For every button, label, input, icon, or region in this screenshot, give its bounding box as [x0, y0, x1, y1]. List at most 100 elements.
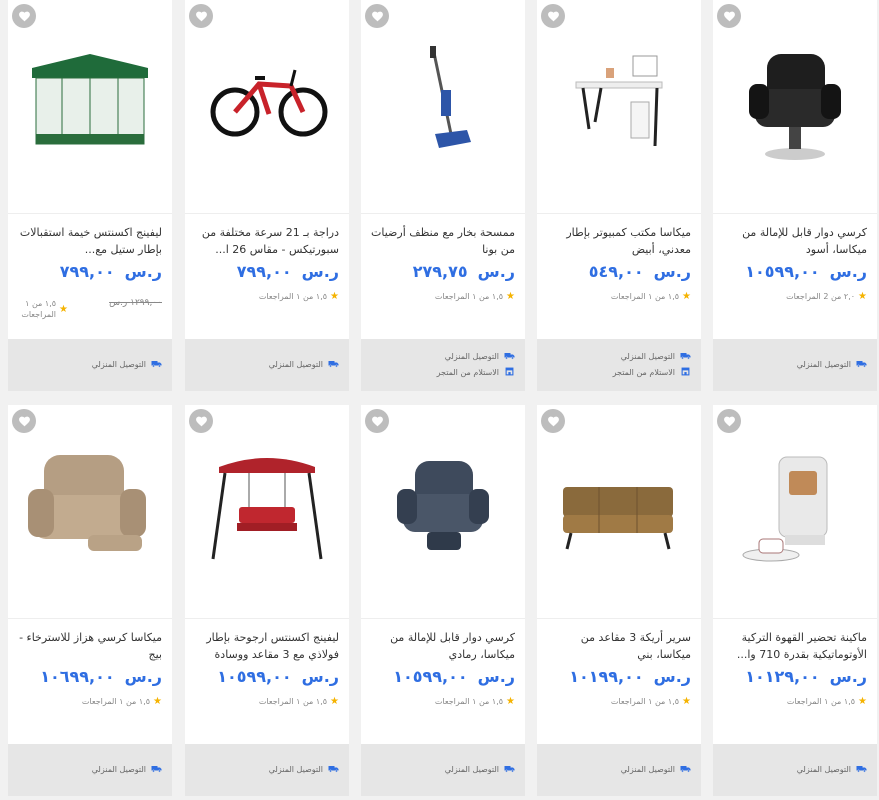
- option-label: التوصيل المنزلي: [444, 765, 499, 774]
- product-thumbnail[interactable]: [727, 34, 863, 170]
- option-label: الاستلام من المتجر: [436, 368, 499, 377]
- divider: [185, 618, 349, 619]
- product-image-box[interactable]: [713, 405, 877, 605]
- divider: [361, 618, 525, 619]
- currency-label: ر.س: [829, 262, 867, 281]
- product-image-box[interactable]: [185, 405, 349, 605]
- star-icon: ★: [330, 291, 339, 302]
- product-thumbnail[interactable]: [375, 34, 511, 170]
- product-thumbnail[interactable]: [727, 439, 863, 575]
- wishlist-heart-icon[interactable]: [541, 409, 565, 433]
- rating-text: ١,٥ من ١ المراجعات: [786, 697, 856, 706]
- divider: [8, 618, 172, 619]
- rating-text: ١,٥ من ١ المراجعات: [610, 292, 680, 301]
- store-icon: [680, 367, 691, 378]
- product-card[interactable]: ميكاسا كرسي هزاز للاسترخاء - بيج ر.س ١٠٦٩…: [8, 405, 172, 796]
- wishlist-heart-icon[interactable]: [365, 409, 389, 433]
- option-label: الاستلام من المتجر: [612, 368, 675, 377]
- product-image-box[interactable]: [185, 0, 349, 200]
- star-icon: ★: [59, 303, 68, 315]
- wishlist-heart-icon[interactable]: [12, 4, 36, 28]
- product-title[interactable]: ماكينة تحضير القهوة التركية الأوتوماتيكي…: [721, 629, 867, 663]
- star-icon: ★: [506, 696, 515, 707]
- product-image-box[interactable]: [361, 405, 525, 605]
- wishlist-heart-icon[interactable]: [12, 409, 36, 433]
- product-card[interactable]: ماكينة تحضير القهوة التركية الأوتوماتيكي…: [713, 405, 877, 796]
- product-card[interactable]: كرسي دوار قابل للإمالة من ميكاسا، أسود ر…: [713, 0, 877, 391]
- product-image-box[interactable]: [8, 0, 172, 200]
- option-label: التوصيل المنزلي: [620, 765, 675, 774]
- delivery-truck-icon: [680, 351, 691, 362]
- divider: [537, 618, 701, 619]
- home-delivery-option: التوصيل المنزلي: [621, 351, 691, 362]
- product-title[interactable]: كرسي دوار قابل للإمالة من ميكاسا، أسود: [721, 224, 867, 258]
- wishlist-heart-icon[interactable]: [541, 4, 565, 28]
- product-grid: كرسي دوار قابل للإمالة من ميكاسا، أسود ر…: [0, 0, 879, 800]
- rating-text: ١,٥ من ١ المراجعات: [258, 697, 328, 706]
- product-title[interactable]: سرير أريكة 3 مقاعد من ميكاسا، بني: [545, 629, 691, 663]
- product-image-box[interactable]: [8, 405, 172, 605]
- delivery-truck-icon: [151, 359, 162, 370]
- price-value: ١٠١٢٩,٠٠: [745, 667, 820, 686]
- product-thumbnail[interactable]: [22, 34, 158, 170]
- price-value: ١٠٥٩٩,٠٠: [745, 262, 820, 281]
- product-thumbnail[interactable]: [551, 34, 687, 170]
- product-price: ر.س ١٠٦٩٩,٠٠: [40, 667, 162, 686]
- option-label: التوصيل المنزلي: [91, 765, 146, 774]
- product-thumbnail[interactable]: [375, 439, 511, 575]
- product-thumbnail[interactable]: [22, 439, 158, 575]
- wishlist-heart-icon[interactable]: [717, 4, 741, 28]
- product-rating: ★ ١,٥ من ١ المراجعات: [259, 291, 339, 302]
- product-image-box[interactable]: [361, 0, 525, 200]
- currency-label: ر.س: [124, 262, 162, 281]
- product-card[interactable]: دراجة بـ 21 سرعة مختلفة من سبورتيكس - مق…: [185, 0, 349, 391]
- price-value: ٢٧٩,٧٥: [412, 262, 468, 281]
- delivery-truck-icon: [680, 764, 691, 775]
- product-thumbnail[interactable]: [551, 439, 687, 575]
- home-delivery-option: التوصيل المنزلي: [621, 764, 691, 775]
- product-card[interactable]: ممسحة بخار مع منظف أرضيات من بونا ر.س ٢٧٩…: [361, 0, 525, 391]
- product-title[interactable]: دراجة بـ 21 سرعة مختلفة من سبورتيكس - مق…: [193, 224, 339, 258]
- store-icon: [504, 367, 515, 378]
- product-price: ر.س ٥٤٩,٠٠: [589, 262, 691, 281]
- rating-text: ١,٥ من ١ المراجعات: [81, 697, 151, 706]
- product-title[interactable]: كرسي دوار قابل للإمالة من ميكاسا، رمادي: [369, 629, 515, 663]
- price-value: ٧٩٩,٠٠: [236, 262, 292, 281]
- product-title[interactable]: ميكاسا كرسي هزاز للاسترخاء - بيج: [16, 629, 162, 663]
- option-label: التوصيل المنزلي: [268, 765, 323, 774]
- product-price: ر.س ١٠٥٩٩,٠٠: [217, 667, 339, 686]
- wishlist-heart-icon[interactable]: [189, 409, 213, 433]
- wishlist-heart-icon[interactable]: [189, 4, 213, 28]
- product-card[interactable]: ميكاسا مكتب كمبيوتر بإطار معدني، أبيض ر.…: [537, 0, 701, 391]
- product-title[interactable]: ميكاسا مكتب كمبيوتر بإطار معدني، أبيض: [545, 224, 691, 258]
- product-title[interactable]: ليفينج اكسنتس خيمة استقبالات بإطار ستيل …: [16, 224, 162, 258]
- delivery-truck-icon: [151, 764, 162, 775]
- store-pickup-option: الاستلام من المتجر: [613, 367, 691, 378]
- product-card[interactable]: ليفينج اكسنتس خيمة استقبالات بإطار ستيل …: [8, 0, 172, 391]
- product-image-box[interactable]: [537, 0, 701, 200]
- product-card[interactable]: كرسي دوار قابل للإمالة من ميكاسا، رمادي …: [361, 405, 525, 796]
- product-title[interactable]: ليفينج اكسنتس ارجوحة بإطار فولاذي مع 3 م…: [193, 629, 339, 663]
- fulfilment-options: التوصيل المنزلي الاستلام من المتجر: [537, 339, 701, 391]
- product-thumbnail[interactable]: [199, 34, 335, 170]
- wishlist-heart-icon[interactable]: [365, 4, 389, 28]
- product-price: ر.س ١٠١٢٩,٠٠: [745, 667, 867, 686]
- star-icon: ★: [858, 291, 867, 302]
- wishlist-heart-icon[interactable]: [717, 409, 741, 433]
- old-price: ١٢٩٩,٠٠ ر.س: [109, 298, 162, 308]
- product-price: ر.س ٢٧٩,٧٥: [413, 262, 515, 281]
- star-icon: ★: [858, 696, 867, 707]
- product-thumbnail[interactable]: [199, 439, 335, 575]
- fulfilment-options: التوصيل المنزلي: [713, 744, 877, 796]
- product-image-box[interactable]: [713, 0, 877, 200]
- currency-label: ر.س: [653, 262, 691, 281]
- rating-text: ٢,٠ من 2 المراجعات: [786, 292, 856, 301]
- product-card[interactable]: سرير أريكة 3 مقاعد من ميكاسا، بني ر.س ١٠١…: [537, 405, 701, 796]
- product-image-box[interactable]: [537, 405, 701, 605]
- currency-label: ر.س: [829, 667, 867, 686]
- product-card[interactable]: ليفينج اكسنتس ارجوحة بإطار فولاذي مع 3 م…: [185, 405, 349, 796]
- rating-text: ١,٥ من ١ المراجعات: [434, 697, 504, 706]
- product-price: ر.س ١٠١٩٩,٠٠: [569, 667, 691, 686]
- fulfilment-options: التوصيل المنزلي: [537, 744, 701, 796]
- product-title[interactable]: ممسحة بخار مع منظف أرضيات من بونا: [369, 224, 515, 258]
